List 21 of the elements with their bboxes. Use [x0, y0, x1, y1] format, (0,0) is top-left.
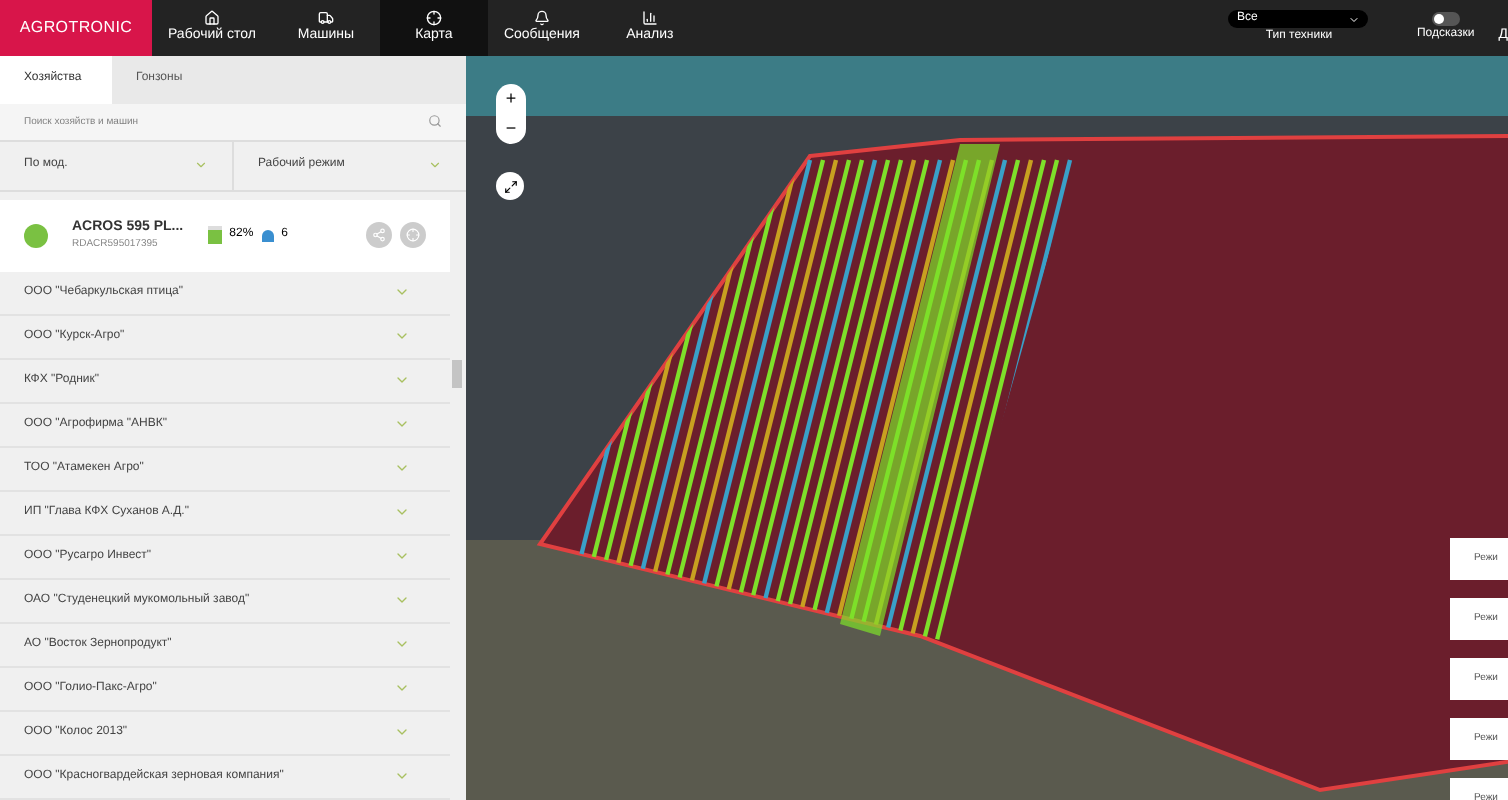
- chevron-icon: [1348, 13, 1361, 25]
- expand-icon: [503, 179, 517, 193]
- fuel-gauge: [207, 226, 222, 245]
- chevron-icon: [194, 158, 208, 173]
- machine-status-icon: [24, 223, 48, 248]
- scrollbar: [452, 360, 462, 388]
- satellite-icon: [261, 229, 274, 242]
- house-icon: [203, 9, 220, 26]
- crosshair-icon: [425, 9, 442, 26]
- fullscreen-button[interactable]: [496, 172, 524, 200]
- truck-icon: [317, 9, 334, 26]
- bell-icon: [533, 9, 550, 26]
- search-icon: [428, 114, 442, 129]
- share-icon: [372, 228, 386, 243]
- zoom-in-button[interactable]: +: [505, 84, 517, 114]
- hints-toggle[interactable]: [1431, 12, 1460, 26]
- brand-logo[interactable]: AGROTRONIC: [0, 0, 152, 56]
- zoom-out-button[interactable]: −: [505, 114, 517, 144]
- bar-chart-icon: [641, 9, 658, 26]
- chevron-icon: [428, 158, 442, 173]
- crosshair-icon: [406, 228, 420, 243]
